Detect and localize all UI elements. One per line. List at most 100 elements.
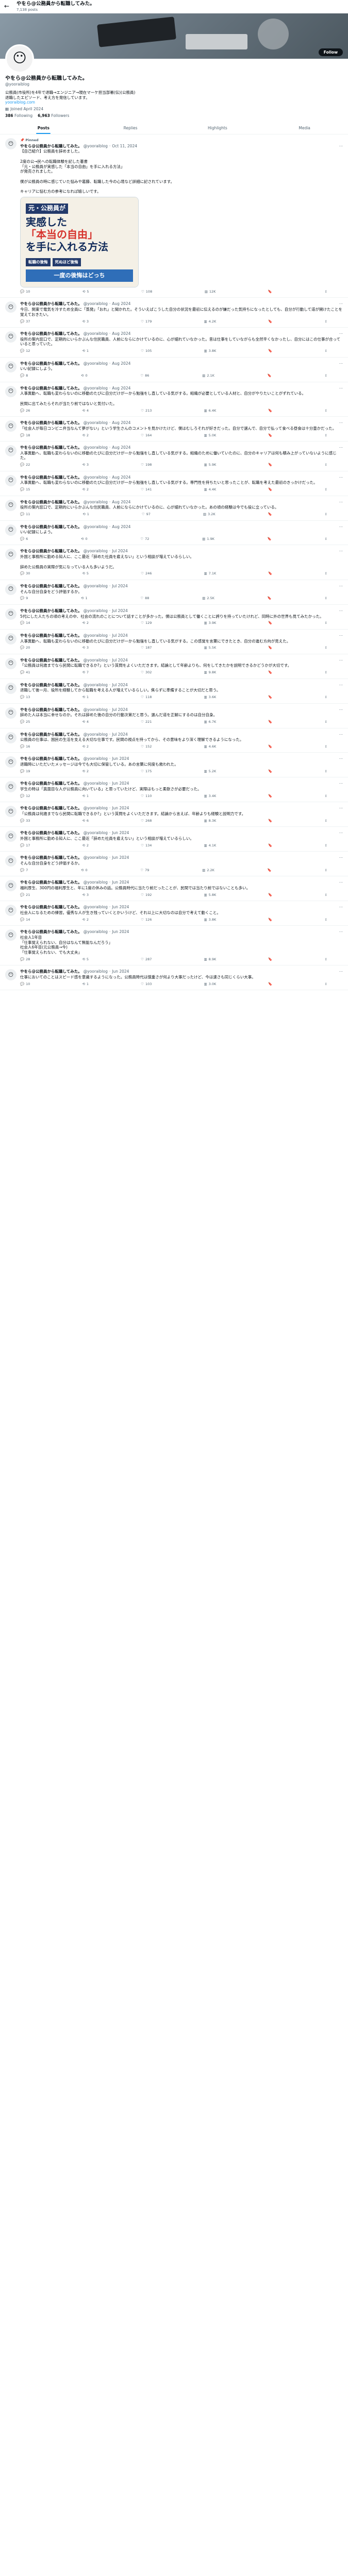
tweet-avatar[interactable]: 😶 — [5, 657, 16, 669]
views-button[interactable]: ▥ 4.2K — [204, 319, 217, 324]
like-button[interactable]: ♡ 213 — [141, 409, 152, 413]
more-options-icon[interactable]: ⋯ — [339, 608, 343, 614]
reply-button[interactable]: 💬 26 — [20, 409, 30, 413]
repost-button[interactable]: ⟲ 7 — [82, 670, 89, 674]
tweet[interactable]: 😶 やをら@公務員から転職してみた。 @yooraiblog · Jul 202… — [0, 605, 348, 630]
tweet[interactable]: 😶 やをら@公務員から転職してみた。 @yooraiblog · Jul 202… — [0, 654, 348, 679]
tweet-author-name[interactable]: やをら@公務員から転職してみた。 — [20, 608, 82, 614]
tweet-avatar[interactable]: 😶 — [5, 138, 16, 150]
like-button[interactable]: ♡ 88 — [140, 596, 149, 600]
bookmark-button[interactable]: 🔖 — [268, 409, 272, 413]
tweet-author-name[interactable]: やをら@公務員から転職してみた。 — [20, 707, 82, 713]
share-button[interactable]: ⇪ — [325, 512, 327, 516]
repost-button[interactable]: ⟲ 2 — [82, 918, 89, 922]
bookmark-button[interactable]: 🔖 — [268, 720, 272, 724]
tweet-avatar[interactable]: 😶 — [5, 929, 16, 941]
reply-button[interactable]: 💬 10 — [20, 290, 30, 294]
like-button[interactable]: ♡ 126 — [141, 918, 152, 922]
tweet-avatar[interactable]: 😶 — [5, 385, 16, 397]
views-button[interactable]: ▥ 8.9K — [204, 957, 217, 961]
reply-button[interactable]: 💬 33 — [20, 819, 30, 823]
reply-button[interactable]: 💬 19 — [20, 769, 30, 773]
views-button[interactable]: ▥ 5.0K — [204, 433, 217, 437]
tweet-date[interactable]: Aug 2024 — [112, 524, 130, 530]
tweet-date[interactable]: Jun 2024 — [112, 831, 129, 836]
more-options-icon[interactable]: ⋯ — [339, 806, 343, 811]
tweet-date[interactable]: Aug 2024 — [112, 331, 130, 336]
tweet-avatar[interactable]: 😶 — [5, 583, 16, 595]
tweet-date[interactable]: Jul 2024 — [112, 732, 128, 737]
bookmark-button[interactable]: 🔖 — [268, 794, 272, 798]
repost-button[interactable]: ⟲ 1 — [82, 794, 89, 798]
share-button[interactable]: ⇪ — [325, 794, 327, 798]
bookmark-button[interactable]: 🔖 — [268, 621, 272, 625]
tweet-avatar[interactable]: 😶 — [5, 831, 16, 842]
tweet-date[interactable]: Aug 2024 — [112, 420, 130, 426]
repost-button[interactable]: ⟲ 3 — [82, 893, 89, 897]
more-options-icon[interactable]: ⋯ — [339, 420, 343, 426]
more-options-icon[interactable]: ⋯ — [339, 658, 343, 663]
tweet-date[interactable]: Aug 2024 — [112, 361, 130, 366]
reply-button[interactable]: 💬 16 — [20, 744, 30, 749]
like-button[interactable]: ♡ 302 — [141, 670, 152, 674]
share-button[interactable]: ⇪ — [325, 868, 327, 872]
views-button[interactable]: ▥ 4.1K — [204, 843, 217, 848]
like-button[interactable]: ♡ 287 — [141, 957, 152, 961]
repost-button[interactable]: ⟲ 0 — [81, 374, 88, 378]
following-link[interactable]: 386 Following — [5, 113, 32, 118]
tweet[interactable]: 😶 やをら@公務員から転職してみた。 @yooraiblog · Jul 202… — [0, 545, 348, 580]
tweet-author-name[interactable]: やをら@公務員から転職してみた。 — [20, 386, 82, 391]
like-button[interactable]: ♡ 134 — [141, 843, 152, 848]
reply-button[interactable]: 💬 30 — [20, 571, 30, 575]
tweet-author-name[interactable]: やをら@公務員から転職してみた。 — [20, 301, 82, 307]
share-button[interactable]: ⇪ — [325, 695, 327, 699]
share-button[interactable]: ⇪ — [325, 893, 327, 897]
share-button[interactable]: ⇪ — [325, 374, 327, 378]
like-button[interactable]: ♡ 79 — [140, 868, 149, 872]
like-button[interactable]: ♡ 187 — [141, 646, 152, 650]
tweet-author-name[interactable]: やをら@公務員から転職してみた。 — [20, 732, 82, 737]
more-options-icon[interactable]: ⋯ — [339, 524, 343, 530]
follow-button[interactable]: Follow — [318, 48, 343, 56]
share-button[interactable]: ⇪ — [325, 463, 327, 467]
tweet[interactable]: 😶 やをら@公務員から転職してみた。 @yooraiblog · Jul 202… — [0, 630, 348, 654]
more-options-icon[interactable]: ⋯ — [339, 683, 343, 688]
tweet[interactable]: 😶 やをら@公務員から転職してみた。 @yooraiblog · Aug 202… — [0, 328, 348, 358]
share-button[interactable]: ⇪ — [325, 819, 327, 823]
like-button[interactable]: ♡ 72 — [140, 537, 149, 541]
tweet-date[interactable]: Jun 2024 — [112, 929, 129, 935]
share-button[interactable]: ⇪ — [325, 409, 327, 413]
tweet-date[interactable]: Jul 2024 — [112, 658, 128, 663]
tab-media[interactable]: Media — [261, 122, 348, 134]
reply-button[interactable]: 💬 11 — [20, 512, 30, 516]
views-button[interactable]: ▥ 2.5K — [202, 596, 214, 600]
tweet-date[interactable]: Jun 2024 — [112, 969, 129, 974]
repost-button[interactable]: ⟲ 1 — [82, 349, 89, 353]
bookmark-button[interactable]: 🔖 — [268, 843, 272, 848]
like-button[interactable]: ♡ 152 — [141, 744, 152, 749]
bookmark-button[interactable]: 🔖 — [268, 769, 272, 773]
more-options-icon[interactable]: ⋯ — [339, 144, 343, 149]
views-button[interactable]: ▥ 2.1K — [202, 374, 214, 378]
reply-button[interactable]: 💬 14 — [20, 621, 30, 625]
more-options-icon[interactable]: ⋯ — [339, 633, 343, 638]
profile-avatar[interactable]: 😶 — [5, 44, 34, 73]
repost-button[interactable]: ⟲ 5 — [82, 571, 89, 575]
tweet-date[interactable]: Jul 2024 — [112, 633, 128, 638]
views-button[interactable]: ▥ 3.9K — [204, 621, 217, 625]
tweet-avatar[interactable]: 😶 — [5, 969, 16, 981]
tweet-avatar[interactable]: 😶 — [5, 608, 16, 620]
reply-button[interactable]: 💬 37 — [20, 319, 30, 324]
share-button[interactable]: ⇪ — [325, 290, 327, 294]
tweet-author-name[interactable]: やをら@公務員から転職してみた。 — [20, 524, 82, 530]
share-button[interactable]: ⇪ — [325, 621, 327, 625]
tweet[interactable]: 😶 やをら@公務員から転職してみた。 @yooraiblog · Jul 202… — [0, 580, 348, 605]
tweet[interactable]: 😶 やをら@公務員から転職してみた。 @yooraiblog · Aug 202… — [0, 496, 348, 521]
tweet-author-name[interactable]: やをら@公務員から転職してみた。 — [20, 929, 82, 935]
tweet[interactable]: 😶 やをら@公務員から転職してみた。 @yooraiblog · Aug 202… — [0, 382, 348, 417]
more-options-icon[interactable]: ⋯ — [339, 880, 343, 885]
repost-button[interactable]: ⟲ 2 — [82, 433, 89, 437]
reply-button[interactable]: 💬 41 — [20, 670, 30, 674]
reply-button[interactable]: 💬 8 — [20, 374, 28, 378]
tweet-date[interactable]: Jun 2024 — [112, 855, 129, 860]
